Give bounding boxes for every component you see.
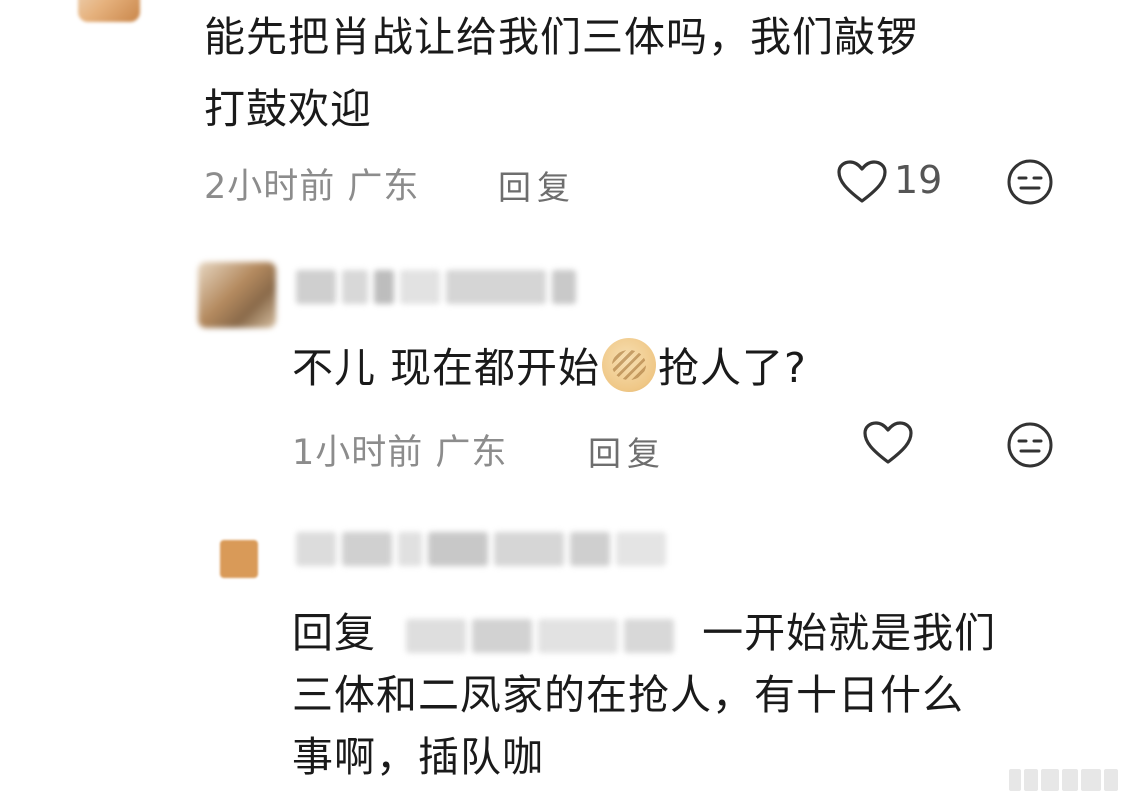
face-emoji-icon[interactable] — [1006, 421, 1054, 469]
reply-text: 不儿 现在都开始 抢人了? — [292, 338, 807, 397]
reply-text-part: 一开始就是我们 — [702, 609, 997, 657]
reply-text: 回复 一开始就是我们 三体和二凤家的在抢人，有十日什么 事啊，插队咖 — [292, 604, 996, 786]
reply-text-line: 回复 一开始就是我们 — [292, 604, 996, 662]
comment-text: 能先把肖战让给我们三体吗，我们敲锣 打鼓欢迎 — [204, 8, 918, 138]
watermark — [1009, 769, 1118, 791]
heart-outline-icon[interactable] — [862, 420, 914, 466]
comment-meta: 2小时前 广东 — [204, 167, 420, 207]
like-count: 19 — [894, 158, 943, 202]
reply-meta: 1小时前 广东 — [292, 433, 508, 473]
reply-button[interactable]: 回复 — [498, 161, 576, 209]
face-emoji-icon[interactable] — [1006, 158, 1054, 206]
avatar[interactable] — [198, 262, 276, 328]
username-blurred[interactable] — [296, 532, 666, 566]
heart-outline-icon[interactable] — [836, 159, 888, 205]
reply-prefix: 回复 — [292, 609, 376, 657]
reply-text-part: 不儿 现在都开始 — [292, 344, 601, 392]
reply-text-line: 三体和二凤家的在抢人，有十日什么 — [292, 671, 964, 719]
avatar[interactable] — [78, 0, 140, 22]
reply-text-part: 抢人了? — [658, 344, 807, 392]
username-blurred[interactable] — [296, 270, 576, 304]
pancake-emoji-icon — [602, 338, 657, 392]
avatar[interactable] — [220, 540, 258, 578]
reply-button[interactable]: 回复 — [588, 427, 666, 475]
comment-text-line: 打鼓欢迎 — [204, 85, 372, 133]
reply-text-line: 事啊，插队咖 — [292, 733, 544, 781]
comment-text-line: 能先把肖战让给我们三体吗，我们敲锣 — [204, 13, 918, 61]
mentioned-user-blurred[interactable] — [406, 619, 675, 653]
